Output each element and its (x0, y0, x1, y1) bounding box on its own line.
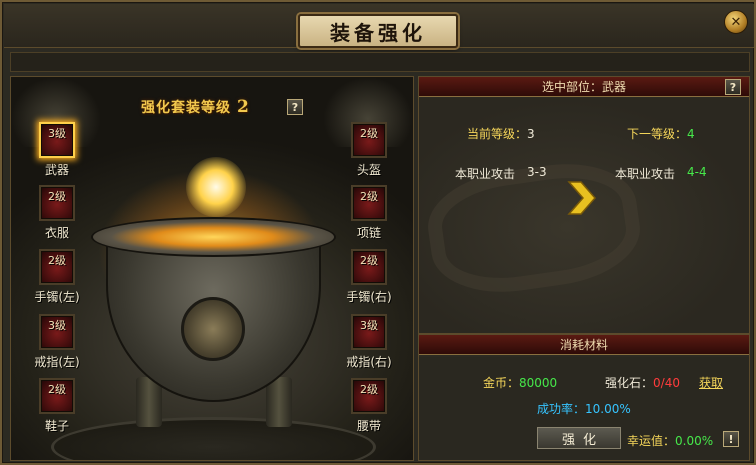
shoes-icon[interactable]: 2级 (39, 378, 75, 414)
ring-icon[interactable]: 3级 (39, 314, 75, 350)
slot-level: 2级 (360, 254, 378, 267)
stone-cost: 强化石：0/40 (605, 374, 680, 391)
detail-panel: 选中部位：武器 ? 当前等级：3 下一等级：4 本职业攻击 3-3 本职业攻击 … (418, 76, 750, 461)
attack-current-label: 本职业攻击 (455, 167, 516, 181)
slot-bracelet-right[interactable]: 2级 手镯(右) (346, 249, 392, 305)
slot-level: 2级 (360, 190, 378, 203)
slot-label: 武器 (44, 163, 69, 177)
slot-bracelet-left[interactable]: 2级 手镯(左) (34, 249, 80, 305)
slot-label: 鞋子 (44, 419, 69, 433)
cauldron-lion-emblem (181, 297, 245, 361)
next-level-value: 4 (687, 127, 695, 141)
slot-helmet[interactable]: 2级 头盔 (349, 122, 389, 178)
slot-level: 3级 (48, 127, 66, 140)
armor-icon[interactable]: 2级 (39, 185, 75, 221)
slot-label: 手镯(右) (346, 290, 392, 304)
stone-value: 0/40 (653, 376, 680, 390)
enhance-button[interactable]: 强化 (537, 427, 621, 449)
attack-next-value: 4-4 (687, 165, 707, 179)
sub-band (10, 52, 750, 72)
slot-label: 项链 (356, 226, 381, 240)
current-level-label: 当前等级： (467, 127, 528, 141)
next-level: 下一等级：4 (627, 125, 695, 142)
ring-icon[interactable]: 3级 (351, 314, 387, 350)
slot-weapon[interactable]: 3级 武器 (37, 122, 77, 178)
slot-label: 头盔 (356, 163, 381, 177)
slot-armor[interactable]: 2级 衣服 (37, 185, 77, 241)
gold-label: 金币： (483, 376, 520, 390)
bracelet-icon[interactable]: 2级 (351, 249, 387, 285)
luck-value: 0.00% (675, 434, 714, 448)
luck-value-display: 幸运值：0.00% (627, 432, 713, 449)
slot-level: 3级 (360, 319, 378, 332)
attack-next-label: 本职业攻击 (615, 167, 676, 181)
slot-level: 3级 (48, 319, 66, 332)
detail-help-button[interactable]: ? (725, 79, 741, 95)
current-level: 当前等级：3 (467, 125, 535, 142)
slot-label: 腰带 (356, 419, 381, 433)
slot-level: 2级 (48, 190, 66, 203)
slot-level: 2级 (360, 383, 378, 396)
materials-header: 消耗材料 (419, 335, 749, 355)
upgrade-info: 当前等级：3 下一等级：4 本职业攻击 3-3 本职业攻击 4-4 (419, 98, 749, 333)
next-level-label: 下一等级： (627, 127, 688, 141)
suit-level-title: 强化套装等级 2 (141, 97, 301, 119)
slot-label: 衣服 (44, 226, 69, 240)
current-level-value: 3 (527, 127, 535, 141)
slot-label: 手镯(左) (34, 290, 80, 304)
bracelet-icon[interactable]: 2级 (39, 249, 75, 285)
slot-necklace[interactable]: 2级 项链 (349, 185, 389, 241)
cauldron-rim (91, 217, 336, 257)
weapon-icon[interactable]: 3级 (39, 122, 75, 158)
helmet-icon[interactable]: 2级 (351, 122, 387, 158)
suit-title-text: 强化套装等级 (141, 100, 231, 116)
forge-glow (186, 157, 246, 217)
slot-level: 2级 (360, 127, 378, 140)
get-stone-link[interactable]: 获取 (699, 374, 723, 391)
slot-belt[interactable]: 2级 腰带 (349, 378, 389, 434)
materials-area: 金币：80000 强化石：0/40 获取 成功率：10.00% 强化 幸运值：0… (419, 357, 749, 460)
close-button[interactable]: ✕ (724, 10, 748, 34)
luck-label: 幸运值： (627, 434, 676, 448)
suit-level-value: 2 (237, 97, 250, 117)
slot-level: 2级 (48, 383, 66, 396)
window-title: 装备强化 (298, 14, 458, 48)
enhance-window: 装备强化 ✕ 强化套装等级 2 ? 3级 武器 2级 衣服 2级 手镯(左) 3… (0, 0, 756, 465)
success-rate: 成功率：10.00% (537, 402, 631, 416)
slot-label: 戒指(左) (34, 355, 80, 369)
slot-shoes[interactable]: 2级 鞋子 (37, 378, 77, 434)
slot-ring-right[interactable]: 3级 戒指(右) (346, 314, 392, 370)
arrow-right-icon (567, 181, 596, 215)
gold-value: 80000 (519, 376, 558, 390)
attack-current-value: 3-3 (527, 165, 547, 179)
stone-label: 强化石： (605, 376, 654, 390)
luck-info-button[interactable]: ! (723, 431, 739, 447)
slot-ring-left[interactable]: 3级 戒指(左) (34, 314, 80, 370)
selected-part-header: 选中部位：武器 (419, 77, 749, 97)
suit-help-button[interactable]: ? (287, 99, 303, 115)
close-icon: ✕ (730, 14, 742, 30)
belt-icon[interactable]: 2级 (351, 378, 387, 414)
slot-level: 2级 (48, 254, 66, 267)
equipment-panel: 强化套装等级 2 ? 3级 武器 2级 衣服 2级 手镯(左) 3级 戒指(左)… (10, 76, 414, 461)
slot-label: 戒指(右) (346, 355, 392, 369)
floor-ring (51, 417, 376, 460)
gold-cost: 金币：80000 (483, 374, 557, 391)
necklace-icon[interactable]: 2级 (351, 185, 387, 221)
